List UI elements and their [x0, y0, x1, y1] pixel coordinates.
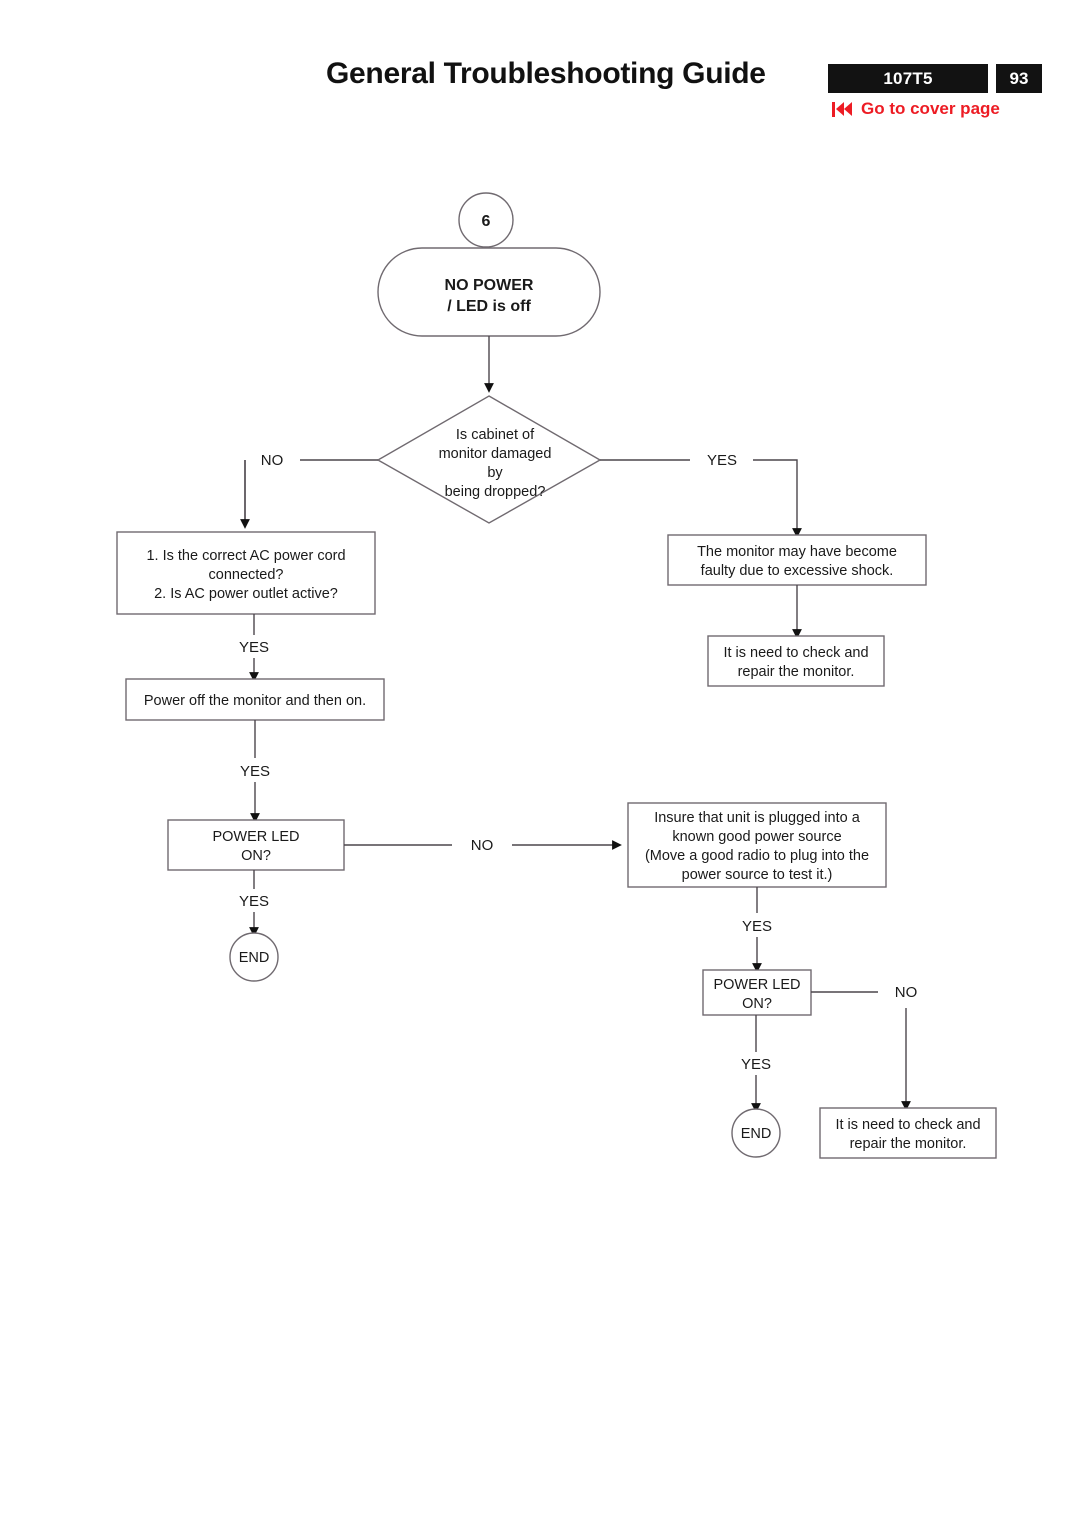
faulty-shock-line-2: faulty due to excessive shock.: [701, 563, 894, 579]
edge-label-cord-yes: YES: [239, 639, 269, 656]
decision-line-4: being dropped?: [445, 484, 546, 500]
edge-label-led1-no: NO: [471, 837, 494, 854]
terminal-no-power-node: NO POWER / LED is off: [377, 247, 601, 337]
terminal-subtitle: / LED is off: [447, 298, 531, 315]
end-node-2: END: [731, 1108, 781, 1158]
check-power-cord-line-3: 2. Is AC power outlet active?: [154, 586, 338, 602]
insure-plugged-line-4: power source to test it.): [682, 867, 833, 883]
insure-plugged-line-2: known good power source: [672, 829, 841, 845]
power-led-check-1-line-2: ON?: [241, 848, 271, 864]
edge-label-decision-no: NO: [261, 452, 284, 469]
need-repair-2-line-1: It is need to check and: [835, 1117, 980, 1133]
power-cycle-label: Power off the monitor and then on.: [144, 693, 366, 709]
check-power-cord-node: 1. Is the correct AC power cord connecte…: [116, 531, 376, 615]
decision-line-3: by: [487, 465, 503, 481]
edge-label-led2-yes: YES: [741, 1056, 771, 1073]
terminal-title: NO POWER: [445, 277, 534, 294]
insure-plugged-node: Insure that unit is plugged into a known…: [627, 802, 887, 888]
start-connector-label: 6: [482, 213, 491, 230]
check-power-cord-line-1: 1. Is the correct AC power cord: [146, 548, 345, 564]
end-node-1-label: END: [239, 950, 270, 966]
troubleshooting-flowchart: 6 NO POWER / LED is off Is cabinet of mo…: [116, 192, 997, 1159]
edge-label-led1-yes: YES: [239, 893, 269, 910]
check-power-cord-line-2: connected?: [209, 567, 284, 583]
need-repair-2-node: It is need to check and repair the monit…: [819, 1107, 997, 1159]
end-node-2-label: END: [741, 1126, 772, 1142]
power-led-check-1-line-1: POWER LED: [212, 829, 299, 845]
insure-plugged-line-1: Insure that unit is plugged into a: [654, 810, 860, 826]
faulty-shock-line-1: The monitor may have become: [697, 544, 897, 560]
power-led-check-2-line-1: POWER LED: [713, 977, 800, 993]
edge-label-led2-no: NO: [895, 984, 918, 1001]
decision-line-1: Is cabinet of: [456, 427, 535, 443]
decision-cabinet-damaged-node: Is cabinet of monitor damaged by being d…: [376, 395, 602, 524]
faulty-shock-node: The monitor may have become faulty due t…: [667, 534, 927, 586]
edge-label-decision-yes: YES: [707, 452, 737, 469]
edge-label-cycle-yes: YES: [240, 763, 270, 780]
power-led-check-2-line-2: ON?: [742, 996, 772, 1012]
decision-line-2: monitor damaged: [439, 446, 552, 462]
insure-plugged-line-3: (Move a good radio to plug into the: [645, 848, 869, 864]
start-connector-node: 6: [458, 192, 514, 248]
need-repair-2-line-2: repair the monitor.: [850, 1136, 967, 1152]
need-repair-1-node: It is need to check and repair the monit…: [707, 635, 885, 687]
power-led-check-1-node: POWER LED ON?: [167, 819, 345, 871]
power-cycle-node: Power off the monitor and then on.: [125, 678, 385, 721]
end-node-1: END: [229, 932, 279, 982]
need-repair-1-line-1: It is need to check and: [723, 645, 868, 661]
need-repair-1-line-2: repair the monitor.: [738, 664, 855, 680]
edge-label-insure-yes: YES: [742, 918, 772, 935]
edge-decision-yes-seg2: [753, 459, 802, 538]
power-led-check-2-node: POWER LED ON?: [702, 969, 812, 1016]
